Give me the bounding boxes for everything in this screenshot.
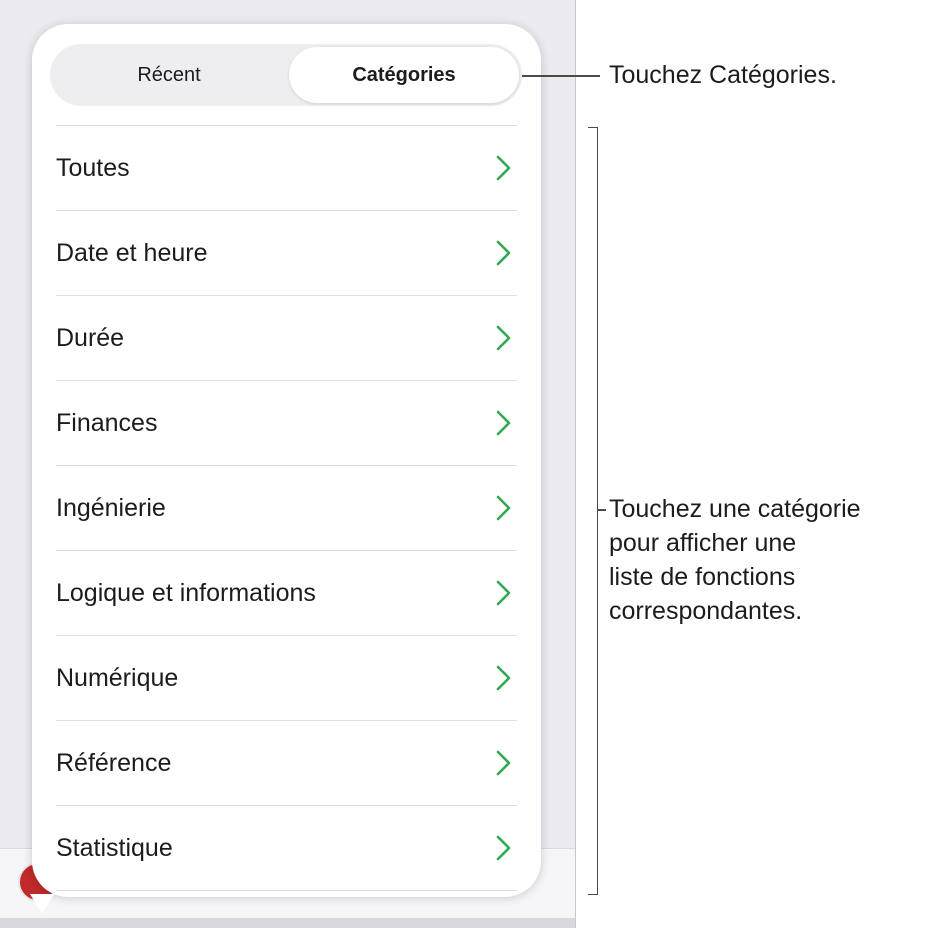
toolbar-bottom-edge xyxy=(0,918,575,928)
segment-recent[interactable]: Récent xyxy=(53,47,285,103)
callout-line-2: pour afficher une xyxy=(609,529,797,557)
category-label: Logique et informations xyxy=(56,578,316,607)
category-label: Finances xyxy=(56,408,158,437)
functions-popover: Récent Catégories Toutes Date et heure D… xyxy=(32,24,541,897)
category-row-reference[interactable]: Référence xyxy=(56,721,517,806)
callout-tap-categories: Touchez Catégories. xyxy=(609,61,837,89)
category-row-ingenierie[interactable]: Ingénierie xyxy=(56,466,517,551)
callout-tap-category: Touchez une catégorie pour afficher une … xyxy=(609,492,861,628)
chevron-right-icon xyxy=(496,410,511,436)
category-row-toutes[interactable]: Toutes xyxy=(56,126,517,211)
category-row-date-et-heure[interactable]: Date et heure xyxy=(56,211,517,296)
callout-leader-category xyxy=(598,509,606,511)
chevron-right-icon xyxy=(496,665,511,691)
category-row-finances[interactable]: Finances xyxy=(56,381,517,466)
category-label: Numérique xyxy=(56,663,179,692)
category-row-duree[interactable]: Durée xyxy=(56,296,517,381)
callout-leader-categories xyxy=(522,75,600,77)
chevron-right-icon xyxy=(496,580,511,606)
category-row-numerique[interactable]: Numérique xyxy=(56,636,517,721)
callout-bracket xyxy=(588,127,598,895)
category-label: Référence xyxy=(56,748,172,777)
chevron-right-icon xyxy=(496,835,511,861)
chevron-right-icon xyxy=(496,750,511,776)
category-label: Durée xyxy=(56,323,125,352)
callout-line-1: Touchez une catégorie xyxy=(609,495,861,523)
category-row-statistique[interactable]: Statistique xyxy=(56,806,517,891)
popover-arrow xyxy=(30,894,54,914)
chevron-right-icon xyxy=(496,240,511,266)
segment-categories[interactable]: Catégories xyxy=(289,47,519,103)
category-label: Statistique xyxy=(56,833,173,862)
category-label: Ingénierie xyxy=(56,493,166,522)
callout-line-3: liste de fonctions xyxy=(609,563,796,591)
segmented-control: Récent Catégories xyxy=(50,44,522,106)
chevron-right-icon xyxy=(496,495,511,521)
chevron-right-icon xyxy=(496,325,511,351)
chevron-right-icon xyxy=(496,155,511,181)
category-list: Toutes Date et heure Durée Finances Ingé… xyxy=(56,125,517,891)
category-label: Date et heure xyxy=(56,238,208,267)
callout-line-4: correspondantes. xyxy=(609,597,803,625)
category-label: Toutes xyxy=(56,153,130,182)
category-row-logique-et-informations[interactable]: Logique et informations xyxy=(56,551,517,636)
